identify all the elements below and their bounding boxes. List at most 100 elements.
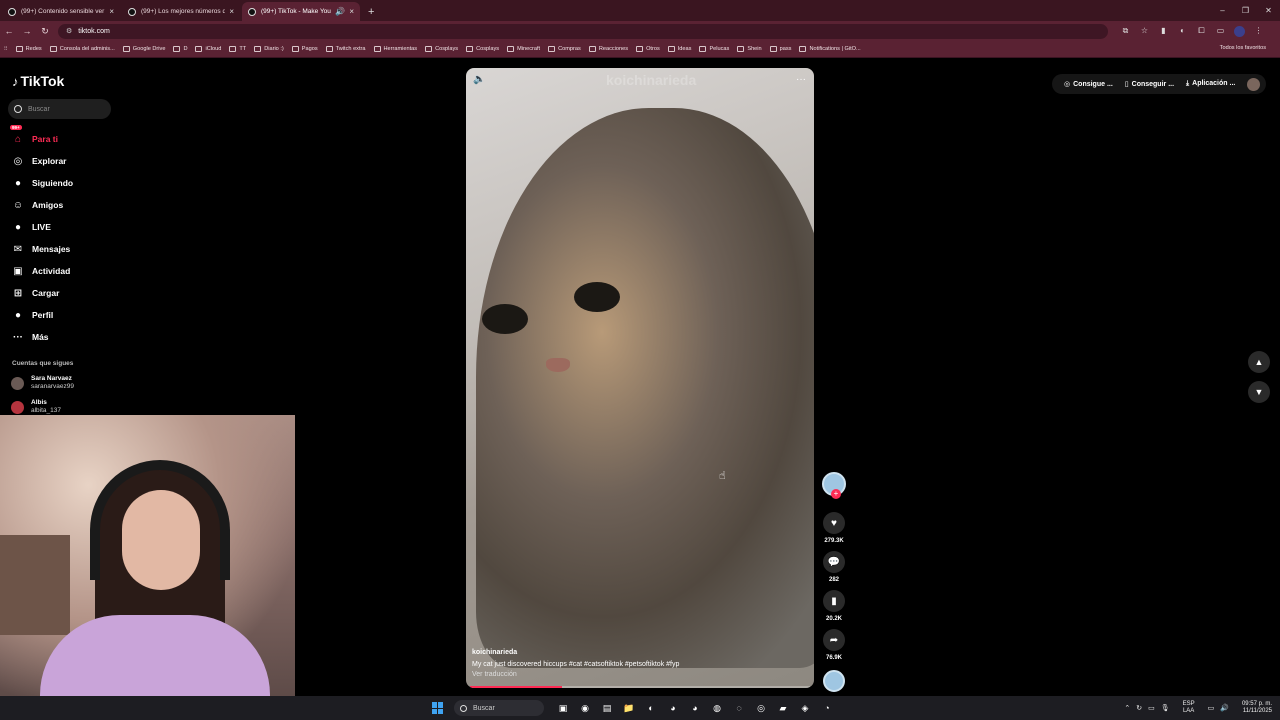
install-app-icon[interactable]: ⧉ — [1116, 26, 1135, 37]
bookmark-item[interactable]: Ideas — [667, 46, 691, 52]
sidebar-icon[interactable]: ▭ — [1211, 26, 1230, 37]
bookmark-item[interactable]: Consola del adminis... — [49, 46, 115, 52]
file-explorer-icon[interactable]: 📁 — [618, 703, 640, 714]
maximize-button[interactable]: ❐ — [1234, 6, 1257, 15]
app-icon[interactable]: ◔ — [816, 703, 838, 714]
bookmark-item[interactable]: Google Drive — [122, 46, 165, 52]
bookmark-item[interactable]: Compras — [548, 46, 581, 52]
clock[interactable]: 09:57 p. m. 11/11/2025 — [1242, 701, 1272, 715]
tray-icon[interactable]: ▭ — [1148, 704, 1155, 712]
sync-icon[interactable]: ↻ — [1136, 704, 1142, 712]
bookmark-item[interactable]: Herramientas — [373, 46, 417, 52]
sidebar-item-live[interactable]: ● LIVE — [12, 216, 73, 238]
more-options-icon[interactable]: ··· — [796, 74, 806, 85]
video-player[interactable]: koichinarieda 🔈 ··· koichinarieda My cat… — [466, 68, 814, 688]
bookmark-item[interactable]: TT — [229, 46, 246, 52]
microphone-icon[interactable]: 🎙 — [1161, 704, 1170, 712]
search-box[interactable] — [8, 99, 111, 119]
volume-icon[interactable]: 🔈 — [473, 74, 485, 85]
extensions-puzzle-icon[interactable]: ⧠ — [1192, 26, 1211, 37]
bookmark-item[interactable]: Otros — [636, 46, 660, 52]
sidebar-item-actividad[interactable]: ▣ 99+ Actividad — [10, 125, 73, 282]
see-translation-link[interactable]: Ver traducción — [472, 671, 679, 678]
sidebar-item-amigos[interactable]: ☺ Amigos — [12, 194, 73, 216]
copilot-icon[interactable]: ◉ — [574, 703, 596, 714]
taskbar-search[interactable]: Buscar — [454, 700, 544, 716]
sidebar-item-ms[interactable]: ··· Más — [12, 326, 73, 348]
close-window-button[interactable]: ✕ — [1257, 6, 1280, 15]
bookmark-star-icon[interactable]: ☆ — [1135, 26, 1154, 37]
following-account[interactable]: Sara Narvaez saranarvaez99 — [11, 375, 74, 391]
edge-icon[interactable]: ◐ — [640, 703, 662, 714]
chrome-profile-icon[interactable]: ◕ — [684, 703, 706, 714]
video-author[interactable]: koichinarieda — [472, 649, 679, 656]
volume-icon[interactable]: 🔊 — [1220, 704, 1229, 712]
reload-icon[interactable]: ↻ — [36, 26, 54, 37]
back-icon[interactable]: ← — [0, 26, 18, 36]
share-button[interactable]: ➦ — [823, 629, 845, 651]
search-input[interactable] — [28, 105, 108, 113]
windows-start-icon[interactable] — [432, 702, 444, 714]
comment-button[interactable]: 💬 — [823, 551, 845, 573]
previous-video-button[interactable]: ▲ — [1248, 351, 1270, 373]
sound-avatar[interactable] — [823, 670, 845, 692]
all-bookmarks-button[interactable]: Todos los favoritos — [1220, 45, 1266, 51]
creator-avatar[interactable]: + — [822, 472, 846, 499]
app-icon[interactable]: ◈ — [794, 703, 816, 714]
bookmark-item[interactable]: Reacciones — [588, 46, 628, 52]
bookmark-item[interactable]: Twitch extra — [325, 46, 366, 52]
bookmark-item[interactable]: Cosplays — [425, 46, 458, 52]
extension-icon[interactable]: ◐ — [1173, 26, 1192, 37]
bookmark-item[interactable]: iCloud — [195, 46, 221, 52]
desktop-app-button[interactable]: ⤓ Aplicación ... — [1186, 80, 1235, 88]
chevron-up-icon[interactable]: ⌃ — [1124, 704, 1130, 712]
apps-grid-icon[interactable]: ⁝⁝ — [4, 46, 8, 52]
bookmark-item[interactable]: Pagos — [291, 46, 318, 52]
next-video-button[interactable]: ▼ — [1248, 381, 1270, 403]
app-icon[interactable]: ▤ — [596, 703, 618, 714]
sidebar-item-siguiendo[interactable]: ● Siguiendo — [12, 172, 73, 194]
bookmark-item[interactable]: Cosplays — [466, 46, 499, 52]
sidebar-item-cargar[interactable]: ⊞ Cargar — [12, 282, 73, 304]
url-field[interactable]: ⚙ tiktok.com — [58, 23, 1108, 39]
task-view-icon[interactable]: ▣ — [552, 703, 574, 714]
sidebar-item-explorar[interactable]: ◎ Explorar — [12, 150, 73, 172]
monitor-icon[interactable]: ▭ — [1208, 704, 1215, 712]
following-account[interactable]: Albis albita_137 — [11, 399, 61, 415]
bookmark-item[interactable]: Pelucas — [699, 46, 729, 52]
forward-icon[interactable]: → — [18, 26, 36, 36]
tab-close-icon[interactable]: × — [109, 7, 114, 16]
sidebar-item-perfil[interactable]: ● Perfil — [12, 304, 73, 326]
chrome-icon[interactable]: ◕ — [662, 703, 684, 714]
app-icon[interactable]: ▰ — [772, 703, 794, 714]
new-tab-button[interactable]: + — [368, 6, 374, 18]
video-progress-bar[interactable] — [470, 686, 810, 688]
bookmark-item[interactable]: Notifications | GitO... — [799, 46, 861, 52]
tab-close-icon[interactable]: × — [229, 7, 234, 16]
bookmark-item[interactable]: Minecraft — [507, 46, 540, 52]
save-button[interactable]: ▮ — [823, 590, 845, 612]
speaker-icon[interactable]: 🔊 — [335, 7, 345, 16]
user-avatar[interactable] — [1247, 77, 1261, 91]
bookmark-item[interactable]: D — [173, 46, 187, 52]
browser-tab-1[interactable]: (99+) Contenido sensible ver co × — [2, 2, 120, 21]
tab-close-icon[interactable]: × — [349, 7, 354, 16]
get-app-button[interactable]: ▯ Conseguir ... — [1125, 80, 1174, 88]
follow-plus-icon[interactable]: + — [831, 489, 841, 499]
bookmark-item[interactable]: pass — [769, 46, 791, 52]
browser-tab-2[interactable]: (99+) Los mejores números de × — [122, 2, 240, 21]
profile-avatar[interactable] — [1234, 25, 1245, 37]
minimize-button[interactable]: – — [1211, 6, 1234, 15]
menu-icon[interactable]: ⋮ — [1249, 26, 1268, 37]
tiktok-logo[interactable]: ♪ TikTok — [12, 73, 64, 89]
bookmark-item[interactable]: Shein — [737, 46, 762, 52]
like-button[interactable]: ♥ — [823, 512, 845, 534]
site-info-icon[interactable]: ⚙ — [66, 27, 72, 35]
browser-tab-3[interactable]: (99+) TikTok - Make Your Da 🔊 × — [242, 2, 360, 21]
steam-icon[interactable]: ◌ — [728, 703, 750, 714]
discord-icon[interactable]: ◍ — [706, 703, 728, 714]
bookmark-item[interactable]: Redes — [15, 46, 42, 52]
sidebar-item-parati[interactable]: ⌂ Para ti — [12, 128, 73, 150]
sidebar-item-mensajes[interactable]: ✉ 99+ Mensajes — [10, 125, 73, 260]
obs-icon[interactable]: ◎ — [750, 703, 772, 714]
